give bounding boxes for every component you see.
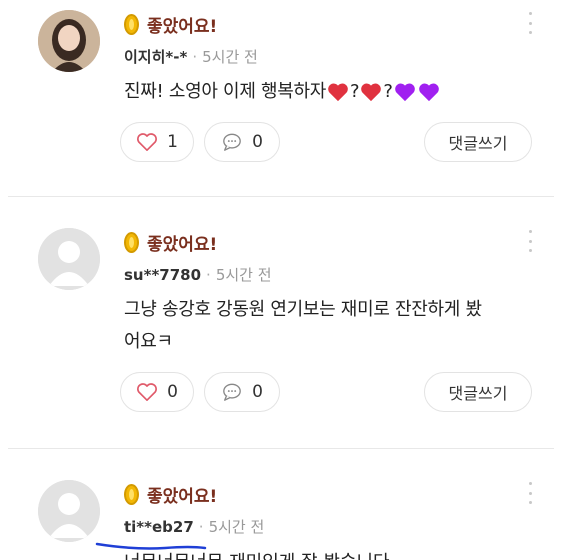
timestamp: 5시간 전 [202, 48, 258, 66]
red-heart-icon [361, 83, 382, 102]
reaction-label: 좋았어요! [147, 234, 218, 255]
more-options-icon[interactable] [528, 12, 532, 34]
reaction-label: 좋았어요! [147, 16, 218, 37]
heart-outline-icon [137, 383, 158, 401]
comment-meta: su**7780 · 5시간 전 [124, 264, 272, 285]
separator: · [206, 266, 211, 284]
username[interactable]: ti**eb27 [124, 518, 194, 536]
purple-heart-icon [418, 83, 439, 102]
timestamp: 5시간 전 [215, 266, 272, 284]
hand-drawn-underline [95, 542, 207, 550]
timestamp: 5시간 전 [208, 518, 265, 536]
separator: · [198, 518, 204, 536]
comment-text: 그냥 송강호 강동원 연기보는 재미로 잔잔하게 봤 어요ㅋ [124, 294, 529, 358]
speech-bubble-icon [223, 383, 241, 401]
gold-coin-icon [124, 231, 139, 253]
emoji-question: ? [350, 81, 360, 102]
reply-count-button[interactable]: 0 [204, 122, 280, 162]
divider [8, 448, 554, 449]
username[interactable]: su**7780 [124, 266, 201, 284]
purple-heart-icon [394, 83, 415, 102]
reply-count: 0 [252, 132, 263, 152]
photo-avatar-image [38, 10, 100, 72]
like-count: 1 [167, 132, 178, 152]
write-reply-button[interactable]: 댓글쓰기 [424, 122, 532, 162]
comment-text: 진짜! 소영아 이제 행복하자?? [124, 76, 529, 108]
separator: · [192, 48, 198, 66]
default-avatar-icon [38, 480, 100, 542]
more-options-icon[interactable] [528, 230, 532, 252]
comment-meta: 이지히*-* · 5시간 전 [124, 46, 258, 67]
red-heart-icon [328, 83, 348, 102]
write-reply-button[interactable]: 댓글쓰기 [424, 372, 532, 412]
reaction-label: 좋았어요! [147, 486, 218, 507]
avatar[interactable] [38, 480, 100, 542]
comment-text-line: 그냥 송강호 강동원 연기보는 재미로 잔잔하게 봤 [124, 299, 482, 320]
comment-meta: ti**eb27 · 5시간 전 [124, 516, 264, 537]
divider [8, 196, 554, 197]
gold-coin-icon [124, 13, 139, 35]
more-options-icon[interactable] [528, 482, 532, 504]
emoji-question: ? [383, 81, 393, 102]
reply-count: 0 [252, 382, 263, 402]
like-button[interactable]: 0 [120, 372, 194, 412]
like-count: 0 [167, 382, 178, 402]
comment-actions: 0 0 댓글쓰기 [120, 372, 532, 414]
username[interactable]: 이지히*-* [124, 46, 187, 67]
default-avatar-icon [38, 228, 100, 290]
like-button[interactable]: 1 [120, 122, 194, 162]
heart-outline-icon [137, 133, 158, 151]
comment-actions: 1 0 댓글쓰기 [120, 122, 532, 164]
comment-text-main: 진짜! 소영아 이제 행복하자 [124, 81, 327, 102]
avatar[interactable] [38, 228, 100, 290]
gold-coin-icon [124, 483, 139, 505]
speech-bubble-icon [223, 133, 241, 151]
reply-count-button[interactable]: 0 [204, 372, 280, 412]
comment-text-line: 어요ㅋ [124, 331, 173, 352]
comment-list: 좋았어요! 이지히*-* · 5시간 전 진짜! 소영아 이제 행복하자?? 1… [0, 0, 562, 560]
avatar[interactable] [38, 10, 100, 72]
